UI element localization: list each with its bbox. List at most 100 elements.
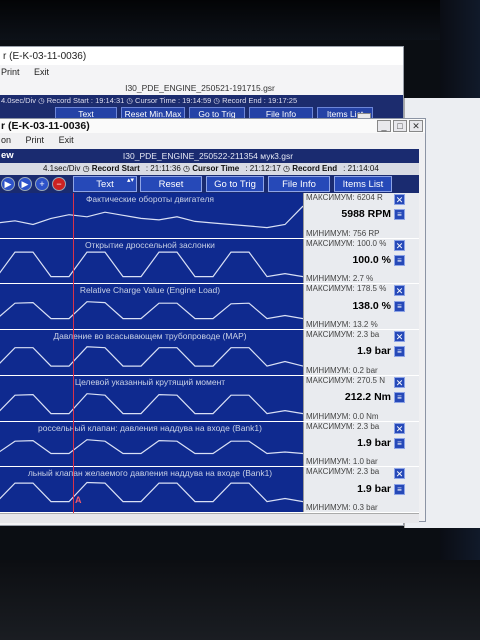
max-value: 2.3 ba: [356, 330, 380, 340]
signal-readout: МАКСИМУМ: 178.5 % 138.0 % МИНИМУМ: 13.2 % ✕…: [303, 284, 419, 330]
signal-readout: МАКСИМУМ: 100.0 % 100.0 % МИНИМУМ: 2.7 % ✕ ≡: [303, 238, 419, 284]
back-menu-exit[interactable]: Exit: [34, 67, 49, 77]
min-label: МИНИМУМ:: [306, 457, 351, 467]
max-readout: МАКСИМУМ: 6204 R: [306, 193, 383, 202]
photo-of-monitor: r (E-K-03-11-0036) Print Exit I30_PDE_EN…: [0, 0, 480, 640]
play-icon[interactable]: ▶: [1, 177, 15, 191]
cursor-time-label: Cursor Time: [192, 164, 240, 173]
max-readout: МАКСИМУМ: 2.3 ba: [306, 330, 379, 339]
front-scope-window[interactable]: r (E-K-03-11-0036) _ □ ✕ on Print Exit e…: [0, 118, 426, 523]
max-value: 178.5 %: [356, 284, 387, 294]
signal-panel[interactable]: Целевой указанный крутящий момент МАКСИМУ…: [0, 375, 419, 421]
zoom-in-icon[interactable]: +: [35, 177, 49, 191]
max-label: МАКСИМУМ:: [306, 421, 355, 431]
signal-options-icon[interactable]: ≡: [394, 209, 405, 221]
monitor-bottom-bezel: [0, 560, 480, 640]
menu-option[interactable]: on: [1, 135, 11, 145]
max-readout: МАКСИМУМ: 2.3 ba: [306, 422, 379, 431]
min-value: 13.2 %: [352, 320, 378, 330]
min-value: 2.7 %: [352, 274, 374, 284]
signal-panel[interactable]: Фактические обороты двигателя МАКСИМУМ: 6…: [0, 193, 419, 238]
fast-forward-icon[interactable]: ▶: [18, 177, 32, 191]
signal-panels[interactable]: льный клапан желаемого давления наддува …: [0, 193, 419, 513]
min-readout: МИНИМУМ: 1.0 bar: [306, 457, 378, 466]
current-value: 1.9 bar: [357, 482, 391, 495]
close-icon[interactable]: ✕: [409, 120, 423, 132]
text-mode-select[interactable]: Text: [73, 176, 137, 192]
back-scale: 4.0sec/Div: [1, 96, 37, 105]
signal-panel[interactable]: льный клапан желаемого давления наддува …: [0, 467, 419, 512]
front-window-title: r (E-K-03-11-0036): [0, 119, 425, 133]
front-toolbar: ▶ ▶ + − Text Reset Min.Max Go to Trig Fi…: [0, 175, 419, 205]
back-cursor-time: 19:14:59: [182, 96, 212, 105]
max-value: 2.3 ba: [356, 467, 380, 477]
signal-options-icon[interactable]: ≡: [394, 483, 405, 495]
items-list-button[interactable]: Items List: [334, 176, 392, 192]
zoom-out-icon[interactable]: −: [52, 177, 66, 191]
signal-name: Фактические обороты двигателя: [85, 194, 215, 204]
signal-options-icon[interactable]: ≡: [394, 255, 405, 267]
signal-options-icon[interactable]: ≡: [394, 346, 405, 358]
max-label: МАКСИМУМ:: [306, 238, 355, 248]
max-value: 6204 R: [356, 193, 383, 202]
remove-signal-icon[interactable]: ✕: [394, 239, 405, 251]
remove-signal-icon[interactable]: ✕: [394, 331, 405, 343]
signal-panel[interactable]: Открытие дроссельной заслонки МАКСИМУМ: 1…: [0, 238, 419, 284]
record-end-label: Record End: [292, 164, 338, 173]
back-record-start-label: Record Start: [46, 96, 89, 105]
max-label: МАКСИМУМ:: [306, 330, 355, 340]
signal-panel[interactable]: Давление во всасывающем трубопроводе (MA…: [0, 330, 419, 375]
minimize-icon[interactable]: _: [377, 120, 391, 132]
signal-graph[interactable]: Фактические обороты двигателя: [0, 193, 303, 238]
min-value: 1.0 bar: [352, 457, 378, 467]
remove-signal-icon[interactable]: ✕: [394, 194, 405, 205]
remove-signal-icon[interactable]: ✕: [394, 376, 405, 388]
reset-min-max-button[interactable]: Reset Min.Max: [140, 176, 202, 205]
back-file-name: I30_PDE_ENGINE_250521-191715.gsr: [125, 83, 275, 93]
signal-name: Давление во всасывающем трубопроводе (MA…: [53, 331, 247, 342]
signal-panel[interactable]: россельный клапан: давления наддува на в…: [0, 421, 419, 467]
signal-readout: МАКСИМУМ: 270.5 N 212.2 Nm МИНИМУМ: 0.0 Nm…: [303, 375, 419, 421]
min-readout: МИНИМУМ: 0.0 Nm: [306, 412, 379, 421]
signal-graph[interactable]: Relative Charge Value (Engine Load): [0, 284, 303, 330]
time-cursor[interactable]: [73, 193, 74, 513]
max-readout: МАКСИМУМ: 270.5 N: [306, 376, 385, 385]
signal-readout: МАКСИМУМ: 2.3 ba 1.9 bar МИНИМУМ: 1.0 bar ✕…: [303, 421, 419, 467]
max-value: 2.3 ba: [356, 421, 380, 431]
record-end-time: 21:14:04: [347, 164, 379, 173]
current-value: 1.9 bar: [357, 436, 391, 449]
signal-options-icon[interactable]: ≡: [394, 437, 405, 449]
signal-options-icon[interactable]: ≡: [394, 392, 405, 404]
max-readout: МАКСИМУМ: 100.0 %: [306, 239, 386, 248]
min-label: МИНИМУМ:: [306, 274, 351, 284]
go-to-trig-button[interactable]: Go to Trig: [206, 176, 264, 192]
back-menu-print[interactable]: Print: [1, 67, 20, 77]
signal-graph[interactable]: Открытие дроссельной заслонки: [0, 238, 303, 284]
maximize-icon[interactable]: □: [393, 120, 407, 132]
min-readout: МИНИМУМ: 2.7 %: [306, 274, 373, 283]
remove-signal-icon[interactable]: ✕: [394, 422, 405, 434]
max-label: МАКСИМУМ:: [306, 375, 355, 385]
menu-print[interactable]: Print: [26, 135, 45, 145]
remove-signal-icon[interactable]: ✕: [394, 468, 405, 480]
signal-graph[interactable]: Целевой указанный крутящий момент: [0, 375, 303, 421]
min-readout: МИНИМУМ: 13.2 %: [306, 320, 378, 329]
file-info-button[interactable]: File Info: [268, 176, 330, 192]
max-readout: МАКСИМУМ: 2.3 ba: [306, 467, 379, 476]
signal-options-icon[interactable]: ≡: [394, 300, 405, 312]
time-scale: 4.1sec/Div: [43, 164, 81, 173]
signal-graph[interactable]: Давление во всасывающем трубопроводе (MA…: [0, 330, 303, 375]
dark-background: [0, 0, 480, 40]
horizontal-scrollbar[interactable]: [0, 513, 419, 523]
min-label: МИНИМУМ:: [306, 320, 351, 330]
menu-exit[interactable]: Exit: [59, 135, 74, 145]
remove-signal-icon[interactable]: ✕: [394, 285, 405, 297]
signal-panel[interactable]: Relative Charge Value (Engine Load) МАКСИ…: [0, 284, 419, 330]
front-file-name: I30_PDE_ENGINE_250522-211354 мук3.gsr: [122, 151, 294, 161]
cursor-time: 21:12:17: [249, 164, 281, 173]
signal-graph[interactable]: россельный клапан: давления наддува на в…: [0, 421, 303, 467]
signal-readout: МАКСИМУМ: 6204 R 5988 RPM МИНИМУМ: 756 RP ✕…: [303, 193, 419, 238]
signal-graph[interactable]: льный клапан желаемого давления наддува …: [0, 467, 303, 512]
signal-readout: МАКСИМУМ: 2.3 ba 1.9 bar МИНИМУМ: 0.3 bar ✕…: [303, 467, 419, 512]
current-value: 138.0 %: [352, 299, 391, 312]
